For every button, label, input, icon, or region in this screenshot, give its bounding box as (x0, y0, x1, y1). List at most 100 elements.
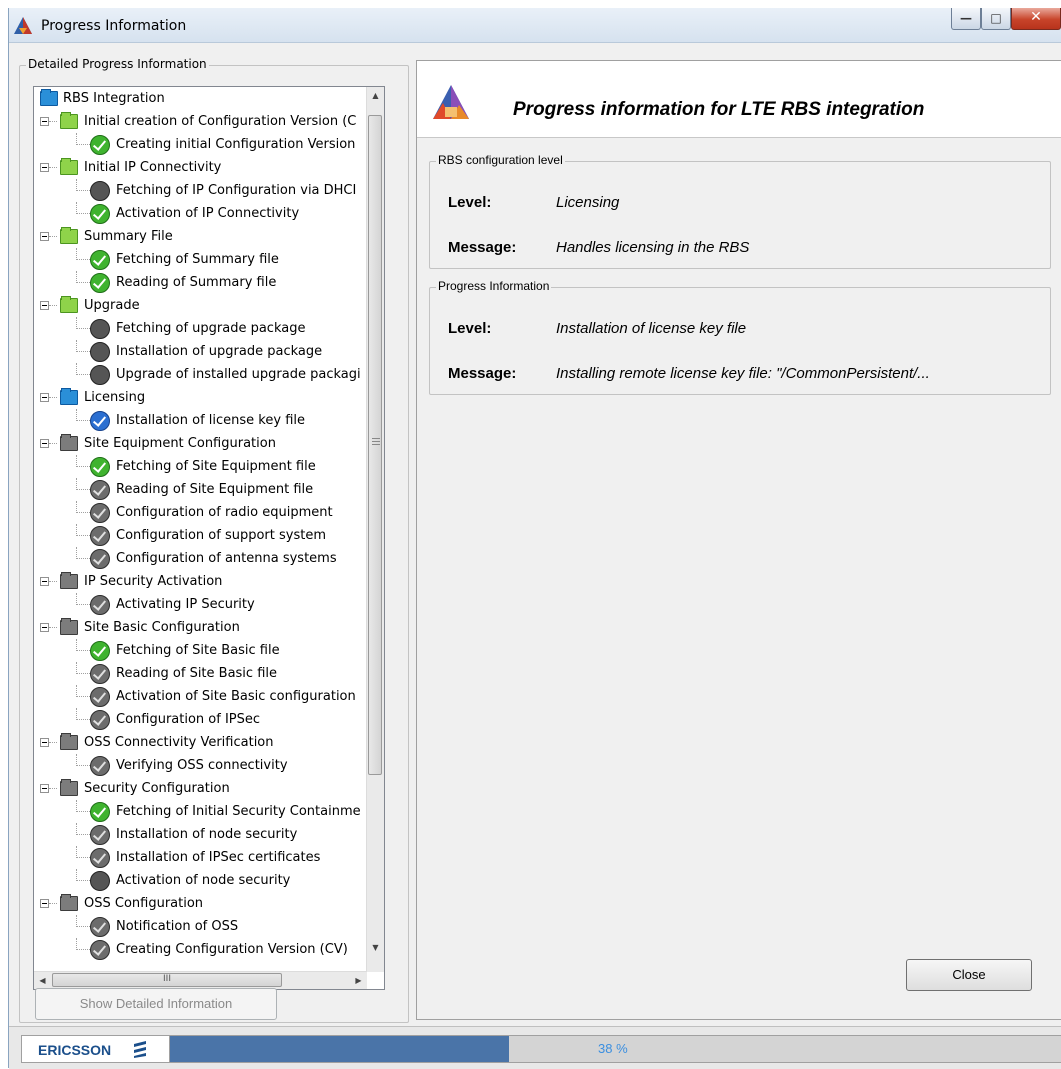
show-detailed-information-button[interactable]: Show Detailed Information (35, 988, 277, 1020)
tree-node-label: Fetching of Site Basic file (116, 643, 280, 658)
vertical-scroll-thumb[interactable] (368, 115, 382, 775)
tree-folder-node[interactable]: Initial IP Connectivity (34, 156, 367, 179)
collapse-toggle-icon[interactable] (40, 439, 49, 448)
done-status-icon (90, 802, 110, 822)
tree-step-node[interactable]: Fetching of Initial Security Containme (34, 800, 367, 823)
tree-step-node[interactable]: Configuration of radio equipment (34, 501, 367, 524)
minimize-button[interactable]: — (951, 8, 981, 30)
collapse-toggle-icon[interactable] (40, 163, 49, 172)
tree-step-node[interactable]: Fetching of Summary file (34, 248, 367, 271)
scroll-right-arrow-icon[interactable]: ▶ (350, 972, 367, 989)
tree-node-label: Configuration of IPSec (116, 712, 261, 727)
scroll-up-arrow-icon[interactable]: ▲ (367, 87, 384, 104)
pending-status-icon (90, 480, 110, 500)
tree-step-node[interactable]: Fetching of Site Basic file (34, 639, 367, 662)
scroll-down-arrow-icon[interactable]: ▼ (367, 939, 384, 956)
status-bar: ERICSSON 38 % (9, 1026, 1061, 1069)
pending-status-icon (90, 595, 110, 615)
ericsson-logo: ERICSSON (21, 1035, 171, 1063)
collapse-toggle-icon[interactable] (40, 301, 49, 310)
progress-details-panel: Progress information for LTE RBS integra… (416, 60, 1061, 1020)
minimize-icon: — (960, 11, 972, 25)
integration-logo-icon (433, 85, 469, 119)
tree-step-node[interactable]: Verifying OSS connectivity (34, 754, 367, 777)
tree-step-node[interactable]: Activation of node security (34, 869, 367, 892)
tree-node-label: Reading of Site Equipment file (116, 482, 314, 497)
tree-folder-node[interactable]: Initial creation of Configuration Versio… (34, 110, 367, 133)
tree-folder-node[interactable]: Site Equipment Configuration (34, 432, 367, 455)
grey-folder-icon (60, 434, 78, 451)
tree-node-label: Activation of IP Connectivity (116, 206, 300, 221)
config-message-label: Message: (448, 239, 517, 256)
tree-step-node[interactable]: Reading of Site Basic file (34, 662, 367, 685)
tree-folder-node[interactable]: OSS Connectivity Verification (34, 731, 367, 754)
tree-step-node[interactable]: Activation of Site Basic configuration (34, 685, 367, 708)
collapse-toggle-icon[interactable] (40, 393, 49, 402)
blue-folder-icon (40, 89, 58, 106)
tree-node-label: Activation of node security (116, 873, 291, 888)
pending-status-icon (90, 687, 110, 707)
tree-node-label: OSS Connectivity Verification (84, 735, 274, 750)
progress-percent-text: 38 % (598, 1041, 628, 1056)
grey-folder-icon (60, 779, 78, 796)
collapse-toggle-icon[interactable] (40, 577, 49, 586)
tree-folder-node[interactable]: OSS Configuration (34, 892, 367, 915)
tree-step-node[interactable]: Installation of IPSec certificates (34, 846, 367, 869)
tree-step-node[interactable]: Configuration of support system (34, 524, 367, 547)
tree-node-label: Notification of OSS (116, 919, 239, 934)
tree-step-node[interactable]: Reading of Site Equipment file (34, 478, 367, 501)
pending-status-icon (90, 664, 110, 684)
maximize-icon: □ (990, 11, 1002, 25)
title-bar[interactable]: Progress Information — □ ✕ (9, 8, 1061, 43)
tree-step-node[interactable]: Activating IP Security (34, 593, 367, 616)
done-status-icon (90, 457, 110, 477)
tree-step-node[interactable]: Activation of IP Connectivity (34, 202, 367, 225)
tree-step-node[interactable]: Installation of license key file (34, 409, 367, 432)
tree-folder-node[interactable]: Security Configuration (34, 777, 367, 800)
tree-step-node[interactable]: Creating Configuration Version (CV) (34, 938, 367, 961)
tree-folder-node[interactable]: Site Basic Configuration (34, 616, 367, 639)
tree-step-node[interactable]: Configuration of antenna systems (34, 547, 367, 570)
collapse-toggle-icon[interactable] (40, 232, 49, 241)
tree-folder-node[interactable]: Summary File (34, 225, 367, 248)
maximize-button[interactable]: □ (981, 8, 1011, 30)
panel-header: Progress information for LTE RBS integra… (417, 61, 1061, 138)
tree-node-label: Fetching of Summary file (116, 252, 279, 267)
collapse-toggle-icon[interactable] (40, 738, 49, 747)
tree-step-node[interactable]: Fetching of IP Configuration via DHCI (34, 179, 367, 202)
close-window-button[interactable]: ✕ (1011, 8, 1061, 30)
tree-step-node[interactable]: Reading of Summary file (34, 271, 367, 294)
collapse-toggle-icon[interactable] (40, 117, 49, 126)
tree-step-node[interactable]: Notification of OSS (34, 915, 367, 938)
tree-step-node[interactable]: Installation of node security (34, 823, 367, 846)
collapse-toggle-icon[interactable] (40, 784, 49, 793)
progress-tree[interactable]: RBS Integration Initial creation of Confi… (33, 86, 385, 990)
tree-folder-node[interactable]: RBS Integration (34, 87, 367, 110)
tree-node-label: Upgrade of installed upgrade packagi (116, 367, 361, 382)
tree-folder-node[interactable]: Licensing (34, 386, 367, 409)
tree-step-node[interactable]: Upgrade of installed upgrade packagi (34, 363, 367, 386)
collapse-toggle-icon[interactable] (40, 899, 49, 908)
tree-folder-node[interactable]: IP Security Activation (34, 570, 367, 593)
tree-node-label: Security Configuration (84, 781, 230, 796)
done-status-icon (90, 135, 110, 155)
close-button[interactable]: Close (906, 959, 1032, 991)
tree-step-node[interactable]: Configuration of IPSec (34, 708, 367, 731)
scroll-left-arrow-icon[interactable]: ◀ (34, 972, 51, 989)
progress-message-value: Installing remote license key file: "/Co… (556, 365, 930, 382)
tree-node-label: Configuration of radio equipment (116, 505, 333, 520)
collapse-toggle-icon[interactable] (40, 623, 49, 632)
pending-status-icon (90, 848, 110, 868)
green-folder-icon (60, 112, 78, 129)
tree-folder-node[interactable]: Upgrade (34, 294, 367, 317)
tree-node-label: Site Basic Configuration (84, 620, 240, 635)
tree-step-node[interactable]: Creating initial Configuration Version (34, 133, 367, 156)
vertical-scrollbar[interactable]: ▲ ▼ (366, 87, 384, 972)
tree-step-node[interactable]: Fetching of upgrade package (34, 317, 367, 340)
horizontal-scrollbar[interactable]: ◀ III ▶ (34, 971, 367, 989)
horizontal-scroll-thumb[interactable]: III (52, 973, 282, 987)
tree-step-node[interactable]: Fetching of Site Equipment file (34, 455, 367, 478)
tree-node-label: Licensing (84, 390, 146, 405)
tree-node-label: Reading of Summary file (116, 275, 277, 290)
tree-step-node[interactable]: Installation of upgrade package (34, 340, 367, 363)
